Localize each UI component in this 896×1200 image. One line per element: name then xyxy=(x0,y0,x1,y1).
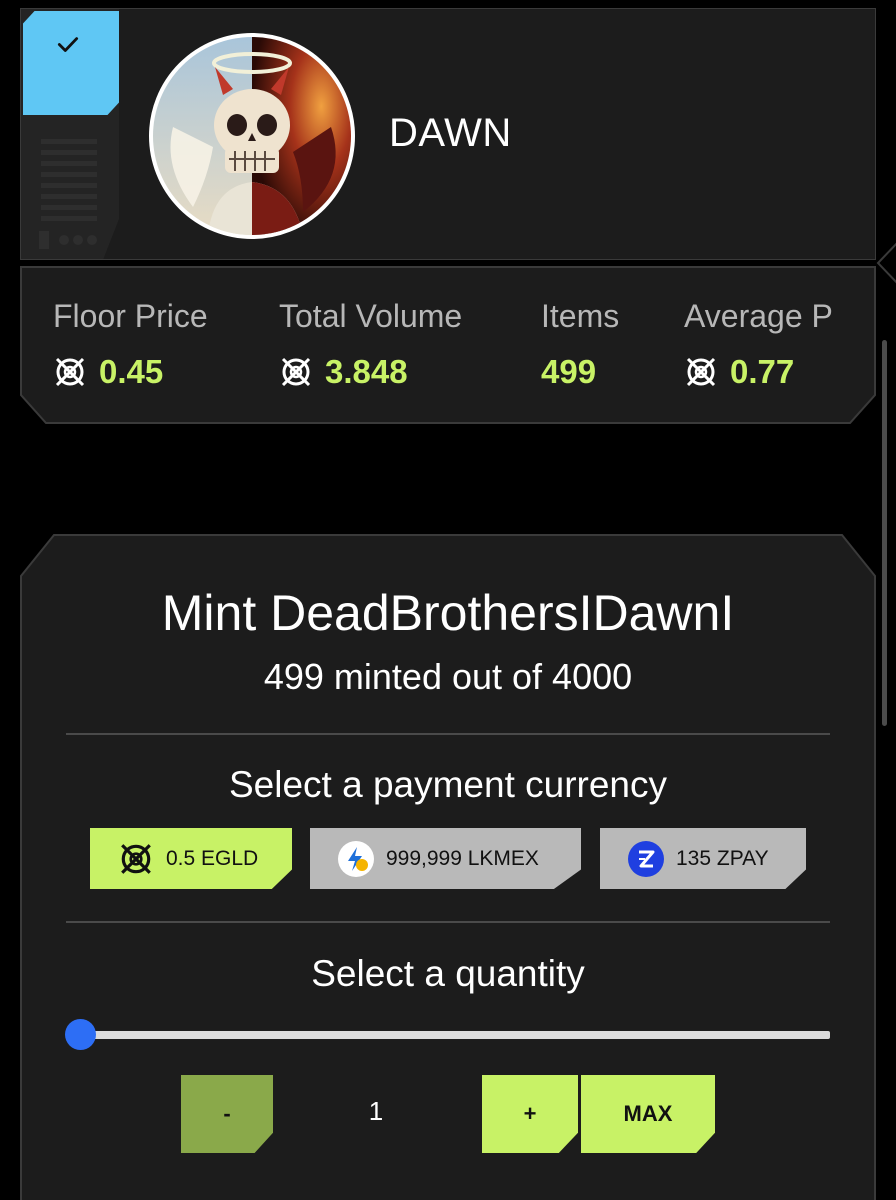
skull-avatar xyxy=(153,37,351,235)
currency-section-title: Select a payment currency xyxy=(228,764,668,805)
max-button[interactable]: MAX xyxy=(581,1075,715,1153)
stat-label: Items xyxy=(541,298,620,334)
collection-name: DAWN xyxy=(389,111,512,155)
currency-label: 0.5 EGLD xyxy=(166,846,259,870)
stat-value: 3.848 xyxy=(325,353,408,390)
stat-items: Items 499 xyxy=(541,298,619,391)
divider xyxy=(66,921,830,923)
currency-option-zpay[interactable]: 135 ZPAY xyxy=(600,828,806,889)
increment-button[interactable]: + xyxy=(482,1075,578,1153)
egld-icon xyxy=(121,843,151,874)
stat-value: 499 xyxy=(541,353,597,390)
currency-option-lkmex[interactable]: 999,999 LKMEX xyxy=(310,828,581,889)
lightning-icon xyxy=(348,846,368,871)
currency-option-egld[interactable]: 0.5 EGLD xyxy=(90,828,292,889)
currency-label: 999,999 LKMEX xyxy=(386,846,539,870)
vent-decoration xyxy=(41,139,101,227)
collection-header: DAWN xyxy=(20,8,876,260)
dots-decoration xyxy=(39,231,97,249)
egld-icon xyxy=(686,357,716,387)
quantity-slider-thumb[interactable] xyxy=(65,1019,96,1050)
stat-value: 0.45 xyxy=(99,353,164,390)
stat-value: 0.77 xyxy=(730,353,795,390)
collection-avatar[interactable] xyxy=(149,33,355,239)
currency-label: 135 ZPAY xyxy=(676,846,769,870)
egld-icon xyxy=(55,357,85,387)
mint-title: Mint DeadBrothersIDawnI xyxy=(161,585,735,641)
egld-icon xyxy=(281,357,311,387)
quantity-value: 1 xyxy=(368,1096,384,1126)
quantity-section-title: Select a quantity xyxy=(311,953,585,994)
zpay-icon xyxy=(639,850,655,867)
verified-badge xyxy=(23,11,119,115)
stat-label: Average P xyxy=(684,298,833,334)
quantity-slider[interactable] xyxy=(70,1031,830,1039)
divider xyxy=(66,733,830,735)
stat-label: Total Volume xyxy=(279,298,463,334)
check-icon xyxy=(57,37,79,52)
decrement-button[interactable]: - xyxy=(181,1075,273,1153)
stat-label: Floor Price xyxy=(53,298,208,334)
scrollbar[interactable] xyxy=(882,340,887,726)
stat-average-price: Average P 0.77 xyxy=(684,298,833,391)
stats-panel: Floor Price 0.45 Total Volume 3.848 Item… xyxy=(20,266,876,424)
stat-floor-price: Floor Price 0.45 xyxy=(53,298,208,391)
stat-total-volume: Total Volume 3.848 xyxy=(279,298,462,391)
minted-count: 499 minted out of 4000 xyxy=(263,656,633,697)
